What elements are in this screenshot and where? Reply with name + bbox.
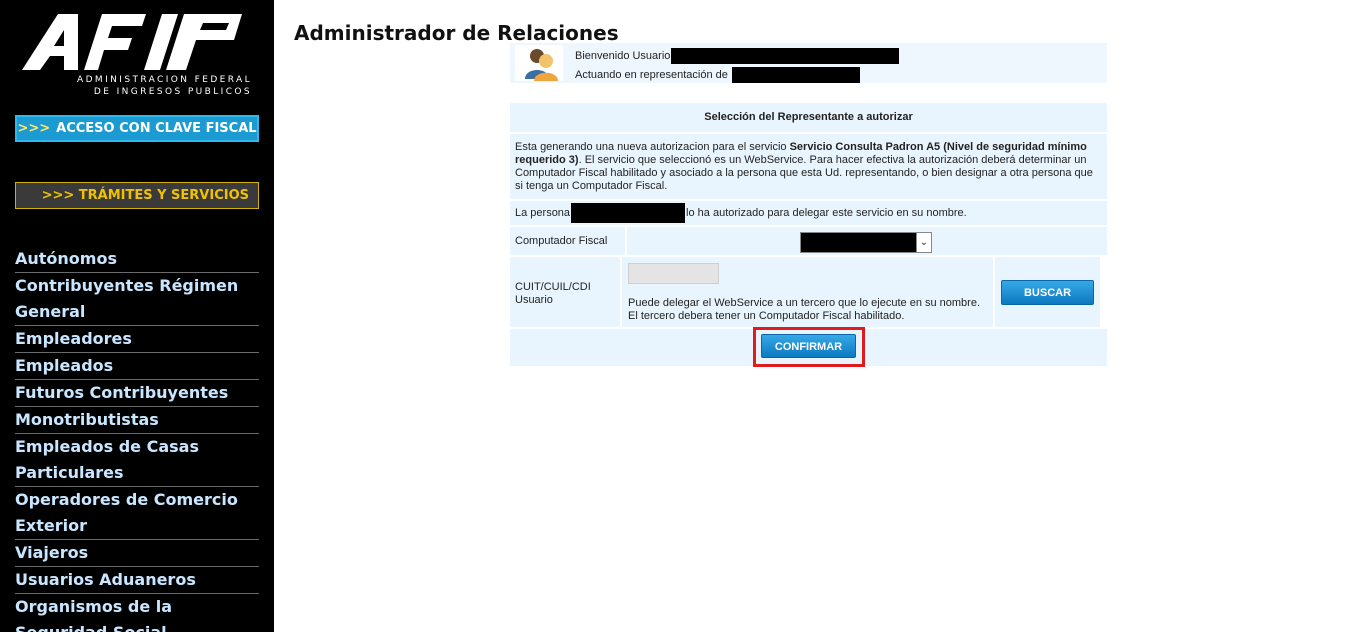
nav-item-empleados-casas-particulares[interactable]: Empleados de Casas Particulares [15, 434, 259, 487]
sidebar: ADMINISTRACION FEDERAL DE INGRESOS PUBLI… [0, 0, 274, 632]
welcome-user-label: Bienvenido Usuario [575, 49, 671, 62]
acceso-clave-fiscal-button[interactable]: >>> ACCESO CON CLAVE FISCAL [15, 115, 259, 142]
persona-suffix: lo ha autorizado para delegar este servi… [686, 207, 967, 219]
tramites-servicios-button[interactable]: >>> TRÁMITES Y SERVICIOS [15, 182, 259, 209]
buscar-button[interactable]: BUSCAR [1001, 280, 1094, 305]
cuit-input[interactable] [628, 263, 719, 284]
cuit-note: Puede delegar el WebService a un tercero… [628, 297, 981, 322]
logo-subtitle-line2: DE INGRESOS PUBLICOS [93, 87, 252, 97]
clave-arrows: >>> [17, 121, 51, 136]
representing-label: Actuando en representación de [575, 68, 728, 81]
nav-item-contribuyentes-regimen-general[interactable]: Contribuyentes Régimen General [15, 273, 259, 326]
nav-item-operadores-comercio-exterior[interactable]: Operadores de Comercio Exterior [15, 487, 259, 540]
representing-line: Actuando en representación de [575, 67, 860, 83]
cuit-label: CUIT/CUIL/CDI Usuario [510, 257, 620, 327]
tramites-label: >>> TRÁMITES Y SERVICIOS [41, 188, 249, 203]
desc-prefix: Esta generando una nueva autorizacion pa… [515, 141, 790, 153]
computador-fiscal-select[interactable]: ⌄ [800, 232, 932, 253]
sidebar-nav: Autónomos Contribuyentes Régimen General… [15, 246, 259, 632]
nav-item-usuarios-aduaneros[interactable]: Usuarios Aduaneros [15, 567, 259, 594]
confirm-highlight-box [753, 327, 865, 367]
chevron-down-icon: ⌄ [916, 233, 931, 252]
nav-item-organismos-seguridad-social[interactable]: Organismos de la Seguridad Social [15, 594, 259, 632]
computador-fiscal-row: Computador Fiscal ⌄ [510, 227, 1107, 255]
representative-panel: Selección del Representante a autorizar … [510, 103, 1107, 367]
persona-prefix: La persona [515, 207, 571, 219]
nav-item-autonomos[interactable]: Autónomos [15, 246, 259, 273]
nav-item-empleados[interactable]: Empleados [15, 353, 259, 380]
section-header: Selección del Representante a autorizar [510, 103, 1107, 132]
redacted-represented [731, 67, 860, 83]
welcome-bar: Bienvenido Usuario Actuando en represent… [510, 43, 1107, 83]
buscar-cell: BUSCAR [995, 257, 1100, 327]
cuit-row: CUIT/CUIL/CDI Usuario Puede delegar el W… [510, 257, 1107, 327]
welcome-user-line: Bienvenido Usuario [575, 48, 900, 64]
redacted-persona [571, 203, 686, 224]
logo-subtitle-line1: ADMINISTRACION FEDERAL [77, 75, 252, 85]
persona-line: La persona lo ha autorizado para delegar … [510, 201, 1107, 225]
computador-fiscal-cell: ⌄ [627, 227, 1107, 255]
service-description: Esta generando una nueva autorizacion pa… [510, 134, 1107, 199]
nav-item-empleadores[interactable]: Empleadores [15, 326, 259, 353]
redacted-username [671, 48, 900, 64]
confirm-row: CONFIRMAR [510, 327, 1107, 367]
desc-suffix: . El servicio que seleccionó es un WebSe… [515, 154, 1093, 192]
logo-subtitle: ADMINISTRACION FEDERAL DE INGRESOS PUBLI… [20, 74, 252, 98]
nav-item-futuros-contribuyentes[interactable]: Futuros Contribuyentes [15, 380, 259, 407]
clave-label: ACCESO CON CLAVE FISCAL [56, 121, 257, 136]
nav-item-viajeros[interactable]: Viajeros [15, 540, 259, 567]
nav-item-monotributistas[interactable]: Monotributistas [15, 407, 259, 434]
computador-fiscal-label: Computador Fiscal [510, 227, 625, 255]
users-avatar-icon [515, 45, 563, 81]
cuit-input-cell: Puede delegar el WebService a un tercero… [622, 257, 993, 327]
page-title: Administrador de Relaciones [294, 21, 619, 45]
